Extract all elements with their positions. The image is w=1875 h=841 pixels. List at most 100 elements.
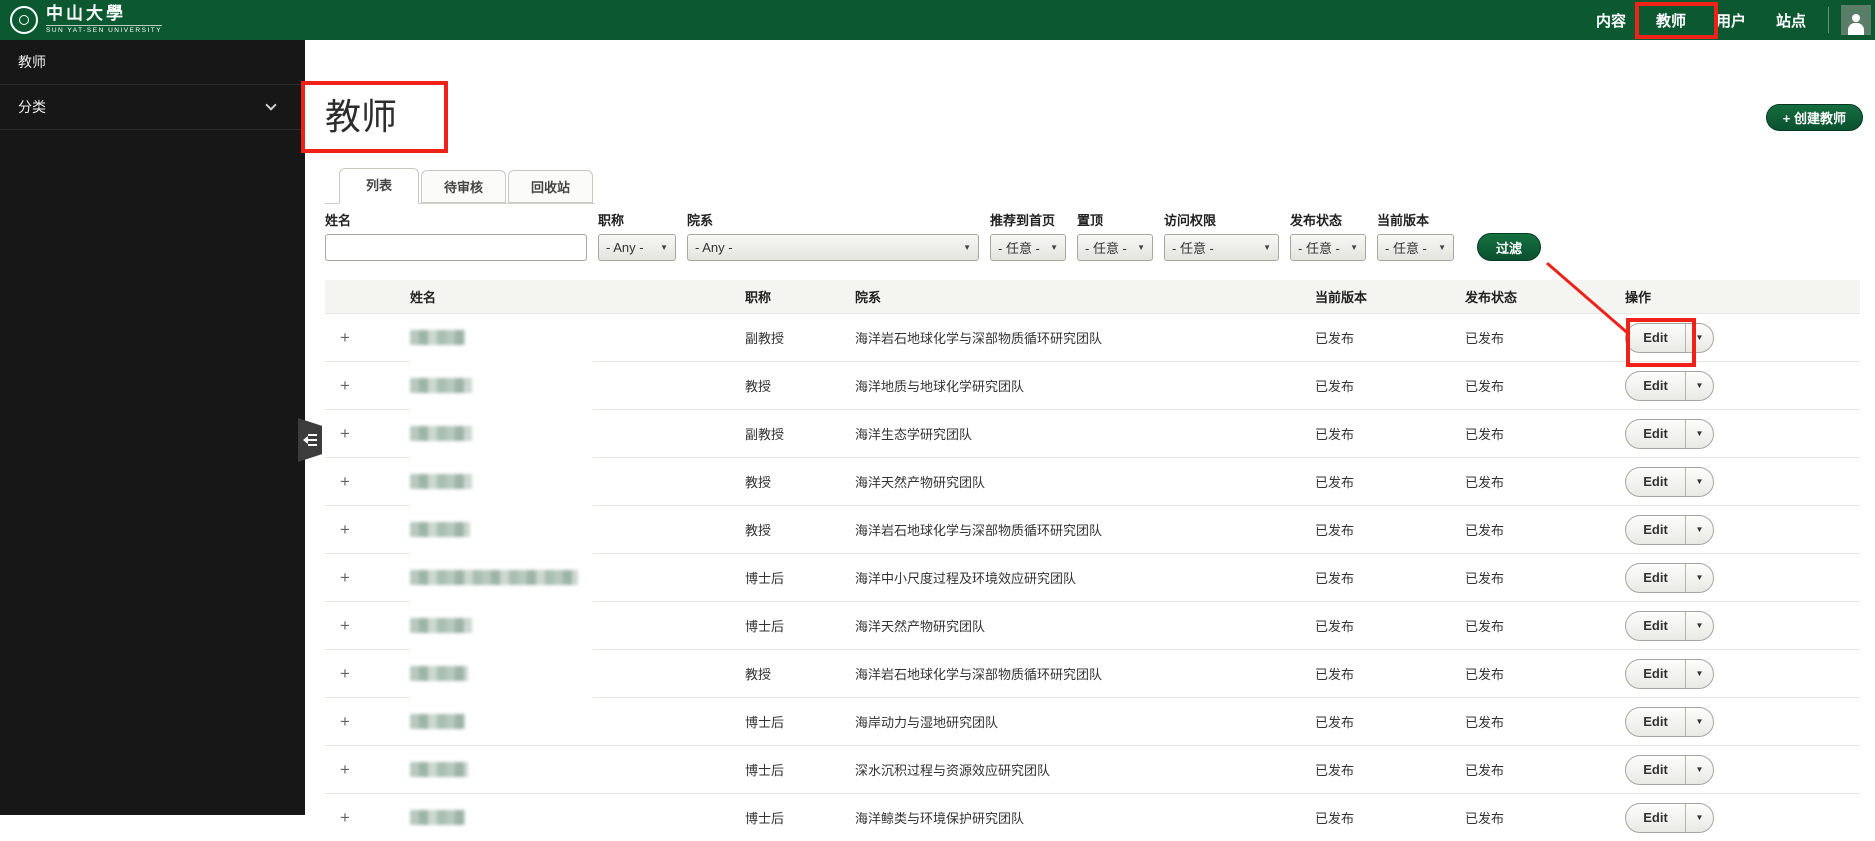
current-version-cell: 已发布	[1315, 616, 1465, 635]
caret-down-icon: ▼	[1696, 669, 1704, 678]
edit-button[interactable]: Edit	[1626, 468, 1686, 496]
edit-button[interactable]: Edit	[1626, 756, 1686, 784]
caret-down-icon: ▼	[1696, 573, 1704, 582]
edit-dropdown-toggle[interactable]: ▼	[1686, 708, 1713, 736]
publish-status-cell: 已发布	[1465, 712, 1625, 731]
col-header-name: 姓名	[410, 287, 745, 306]
redacted-name	[410, 618, 472, 633]
edit-dropdown-toggle[interactable]: ▼	[1686, 516, 1713, 544]
teacher-name-cell	[410, 762, 745, 777]
sidebar-item-label: 分类	[18, 97, 46, 117]
sidebar: 教师 分类	[0, 40, 305, 815]
teacher-dept-cell: 深水沉积过程与资源效应研究团队	[855, 760, 1315, 779]
teacher-title-cell: 副教授	[745, 424, 855, 443]
edit-button[interactable]: Edit	[1626, 708, 1686, 736]
main-content: 教师 + 创建教师 列表 待审核 回收站 姓名 职称 - Any - ▼ 院系 …	[305, 40, 1875, 815]
user-avatar[interactable]	[1841, 5, 1871, 35]
tab-recycle-bin[interactable]: 回收站	[508, 170, 593, 203]
filter-bar: 姓名 职称 - Any - ▼ 院系 - Any - ▼ 推荐到首页 - 任意 …	[325, 210, 1541, 261]
col-header-title: 职称	[745, 287, 855, 306]
table-row: + 博士后 海洋鲸类与环境保护研究团队 已发布 已发布 Edit ▼	[325, 793, 1860, 841]
redacted-name	[410, 666, 468, 681]
edit-split-button: Edit ▼	[1625, 755, 1714, 785]
current-version-cell: 已发布	[1315, 520, 1465, 539]
edit-dropdown-toggle[interactable]: ▼	[1686, 564, 1713, 592]
edit-button[interactable]: Edit	[1626, 660, 1686, 688]
edit-dropdown-toggle[interactable]: ▼	[1686, 324, 1713, 352]
tab-list[interactable]: 列表	[339, 168, 419, 204]
nav-item-users[interactable]: 用户	[1716, 10, 1746, 31]
redacted-name	[410, 378, 472, 393]
nav-item-site[interactable]: 站点	[1776, 10, 1806, 31]
teacher-title-cell: 博士后	[745, 760, 855, 779]
select-value: - 任意 -	[1298, 238, 1340, 257]
publish-status-cell: 已发布	[1465, 664, 1625, 683]
nav-item-content[interactable]: 内容	[1596, 10, 1626, 31]
chevron-down-icon	[265, 99, 276, 110]
expand-row-icon[interactable]: +	[325, 377, 410, 394]
edit-button[interactable]: Edit	[1626, 612, 1686, 640]
edit-button[interactable]: Edit	[1626, 372, 1686, 400]
edit-button[interactable]: Edit	[1626, 324, 1686, 352]
expand-row-icon[interactable]: +	[325, 473, 410, 490]
edit-dropdown-toggle[interactable]: ▼	[1686, 660, 1713, 688]
publish-status-cell: 已发布	[1465, 616, 1625, 635]
expand-row-icon[interactable]: +	[325, 665, 410, 682]
edit-dropdown-toggle[interactable]: ▼	[1686, 420, 1713, 448]
caret-down-icon: ▼	[1050, 243, 1058, 252]
expand-row-icon[interactable]: +	[325, 569, 410, 586]
status-filter-label: 发布状态	[1290, 210, 1366, 229]
publish-status-cell: 已发布	[1465, 328, 1625, 347]
dept-filter-select[interactable]: - Any - ▼	[687, 234, 979, 261]
select-value: - Any -	[606, 240, 644, 255]
caret-down-icon: ▼	[1696, 525, 1704, 534]
edit-dropdown-toggle[interactable]: ▼	[1686, 756, 1713, 784]
publish-status-cell: 已发布	[1465, 568, 1625, 587]
expand-row-icon[interactable]: +	[325, 617, 410, 634]
create-teacher-button[interactable]: + 创建教师	[1766, 104, 1863, 131]
teacher-dept-cell: 海洋岩石地球化学与深部物质循环研究团队	[855, 664, 1315, 683]
teacher-dept-cell: 海洋地质与地球化学研究团队	[855, 376, 1315, 395]
redacted-name	[410, 474, 472, 489]
teacher-title-cell: 博士后	[745, 616, 855, 635]
tab-pending-review[interactable]: 待审核	[421, 170, 506, 203]
teacher-dept-cell: 海岸动力与湿地研究团队	[855, 712, 1315, 731]
expand-row-icon[interactable]: +	[325, 425, 410, 442]
name-filter-input[interactable]	[325, 234, 587, 261]
status-filter-select[interactable]: - 任意 - ▼	[1290, 234, 1366, 261]
nav-item-teachers[interactable]: 教师	[1656, 10, 1686, 31]
access-filter-select[interactable]: - 任意 - ▼	[1164, 234, 1279, 261]
edit-button[interactable]: Edit	[1626, 420, 1686, 448]
expand-row-icon[interactable]: +	[325, 713, 410, 730]
redacted-name	[410, 426, 472, 441]
expand-row-icon[interactable]: +	[325, 329, 410, 346]
redacted-name	[410, 810, 465, 825]
sidebar-item-categories[interactable]: 分类	[0, 85, 305, 130]
publish-status-cell: 已发布	[1465, 760, 1625, 779]
expand-row-icon[interactable]: +	[325, 521, 410, 538]
edit-split-button: Edit ▼	[1625, 803, 1714, 833]
title-filter-select[interactable]: - Any - ▼	[598, 234, 676, 261]
teacher-title-cell: 教授	[745, 664, 855, 683]
edit-split-button: Edit ▼	[1625, 467, 1714, 497]
edit-button[interactable]: Edit	[1626, 804, 1686, 832]
edit-dropdown-toggle[interactable]: ▼	[1686, 468, 1713, 496]
teachers-table: 姓名 职称 院系 当前版本 发布状态 操作 + 副教授 海洋岩石地球化学与深部物…	[325, 280, 1860, 841]
version-filter-select[interactable]: - 任意 - ▼	[1377, 234, 1454, 261]
edit-button[interactable]: Edit	[1626, 564, 1686, 592]
teacher-dept-cell: 海洋中小尺度过程及环境效应研究团队	[855, 568, 1315, 587]
edit-dropdown-toggle[interactable]: ▼	[1686, 612, 1713, 640]
edit-dropdown-toggle[interactable]: ▼	[1686, 804, 1713, 832]
teacher-title-cell: 博士后	[745, 808, 855, 827]
user-avatar-icon	[1846, 13, 1866, 35]
filter-submit-button[interactable]: 过滤	[1477, 233, 1541, 261]
sidebar-item-teachers[interactable]: 教师	[0, 40, 305, 85]
edit-button[interactable]: Edit	[1626, 516, 1686, 544]
expand-row-icon[interactable]: +	[325, 761, 410, 778]
promote-filter-select[interactable]: - 任意 - ▼	[990, 234, 1066, 261]
university-logo[interactable]: 中山大學 SUN YAT-SEN UNIVERSITY	[0, 5, 162, 35]
expand-row-icon[interactable]: +	[325, 809, 410, 826]
sticky-filter-select[interactable]: - 任意 - ▼	[1077, 234, 1153, 261]
edit-dropdown-toggle[interactable]: ▼	[1686, 372, 1713, 400]
teacher-title-cell: 教授	[745, 376, 855, 395]
